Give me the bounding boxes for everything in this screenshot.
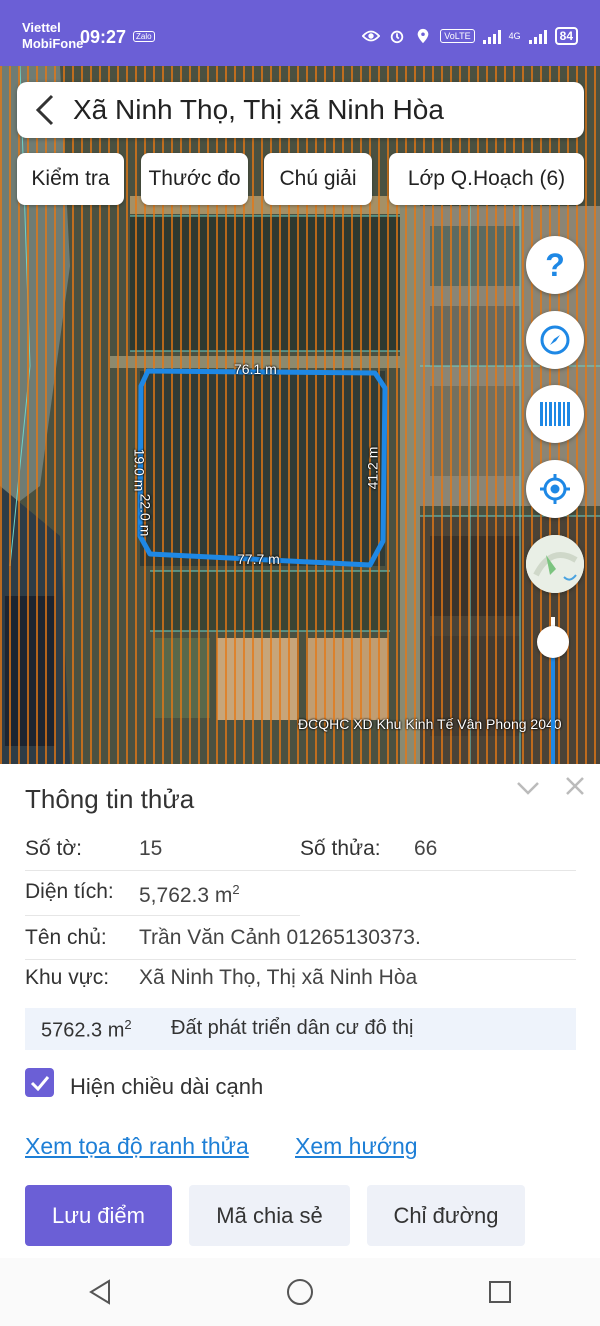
chevron-down-icon[interactable]	[516, 780, 540, 796]
view-boundary-coordinates-link[interactable]: Xem tọa độ ranh thửa	[25, 1133, 249, 1160]
show-edge-lengths-checkbox[interactable]	[25, 1068, 54, 1097]
edge-length-bottom: 77.7 m	[237, 551, 280, 567]
divider	[25, 915, 300, 916]
square-recents-icon	[489, 1281, 511, 1303]
edge-length-top: 76.1 m	[234, 361, 277, 377]
help-icon: ?	[545, 246, 565, 283]
view-direction-link[interactable]: Xem hướng	[295, 1133, 418, 1160]
clock: 09:27	[80, 27, 127, 47]
status-bar: Viettel MobiFone 09:27 Zalo VoLTE 4G 84	[0, 0, 600, 66]
nav-back-button[interactable]	[70, 1272, 130, 1312]
sheet-number-value: 15	[139, 837, 163, 860]
area-value: 5,762.3 m2	[139, 882, 240, 907]
barcode-button[interactable]	[526, 385, 584, 443]
show-edge-lengths-label[interactable]: Hiện chiều dài cạnh	[70, 1074, 263, 1100]
carrier-1: Viettel	[22, 20, 61, 35]
share-code-button[interactable]: Mã chia sẻ	[189, 1185, 350, 1246]
system-nav-bar	[0, 1258, 600, 1326]
panel-title: Thông tin thửa	[25, 784, 195, 814]
edge-length-left-a: 19.0 m	[131, 448, 148, 492]
map-type-button[interactable]	[526, 535, 584, 593]
chevron-left-icon	[35, 94, 54, 126]
parcel-number-value: 66	[414, 837, 438, 860]
legend-button[interactable]: Chú giải	[264, 153, 372, 205]
my-location-button[interactable]	[526, 460, 584, 518]
barcode-icon	[540, 402, 570, 426]
checkmark-icon	[30, 1075, 49, 1091]
parcel-number-label: Số thửa:	[300, 837, 381, 860]
location-header: Xã Ninh Thọ, Thị xã Ninh Hòa	[17, 82, 584, 138]
owner-value: Trần Văn Cảnh 01265130373.	[139, 926, 421, 949]
status-icons: VoLTE 4G 84	[362, 27, 578, 45]
edge-length-left-b: 22.0 m	[137, 493, 154, 537]
divider	[25, 870, 576, 871]
network-type: 4G	[508, 31, 521, 41]
nav-home-button[interactable]	[270, 1272, 330, 1312]
parcel-info-panel: Thông tin thửa Số tờ: 15 Số thửa: 66 Diệ…	[0, 764, 600, 1258]
directions-button[interactable]: Chỉ đường	[367, 1185, 525, 1246]
measure-button[interactable]: Thước đo	[141, 153, 248, 205]
help-button[interactable]: ?	[526, 236, 584, 294]
land-use-row: 5762.3 m2 Đất phát triển dân cư đô thị	[25, 1008, 576, 1050]
signal-2-icon	[528, 28, 547, 44]
divider	[25, 959, 576, 960]
region-label: Khu vực:	[25, 966, 110, 989]
planning-layer-caption: ĐCQHC XD Khu Kinh Tế Vân Phong 2040	[298, 716, 562, 732]
sheet-number-label: Số tờ:	[25, 837, 82, 860]
edge-length-right: 41.2 m	[364, 446, 381, 490]
battery-icon: 84	[554, 27, 578, 45]
signal-1-icon	[482, 28, 501, 44]
locate-icon	[540, 474, 570, 504]
circle-home-icon	[287, 1279, 313, 1305]
zoom-slider-handle[interactable]	[537, 625, 569, 658]
location-title: Xã Ninh Thọ, Thị xã Ninh Hòa	[73, 94, 444, 125]
zalo-notification-icon: Zalo	[133, 31, 155, 42]
volte-icon: VoLTE	[440, 29, 475, 43]
save-point-button[interactable]: Lưu điểm	[25, 1185, 172, 1246]
eye-icon	[362, 30, 381, 42]
land-use-type: Đất phát triển dân cư đô thị	[171, 1017, 414, 1039]
carrier-names: Viettel MobiFone	[22, 20, 83, 52]
nav-recents-button[interactable]	[470, 1272, 530, 1312]
location-pin-icon	[417, 28, 429, 44]
carrier-2: MobiFone	[22, 36, 84, 51]
check-button[interactable]: Kiểm tra	[17, 153, 124, 205]
compass-icon	[540, 325, 570, 355]
owner-label: Tên chủ:	[25, 926, 107, 949]
compass-button[interactable]	[526, 311, 584, 369]
triangle-back-icon	[89, 1279, 110, 1305]
area-label: Diện tích:	[25, 880, 114, 903]
alarm-icon	[391, 30, 404, 44]
back-button[interactable]	[17, 82, 73, 138]
region-value: Xã Ninh Thọ, Thị xã Ninh Hòa	[139, 966, 418, 989]
close-icon[interactable]	[565, 776, 585, 796]
land-use-area: 5762.3 m2	[41, 1017, 132, 1042]
planning-layers-button[interactable]: Lớp Q.Hoạch (6)	[389, 153, 584, 205]
minimap-icon	[526, 535, 584, 593]
